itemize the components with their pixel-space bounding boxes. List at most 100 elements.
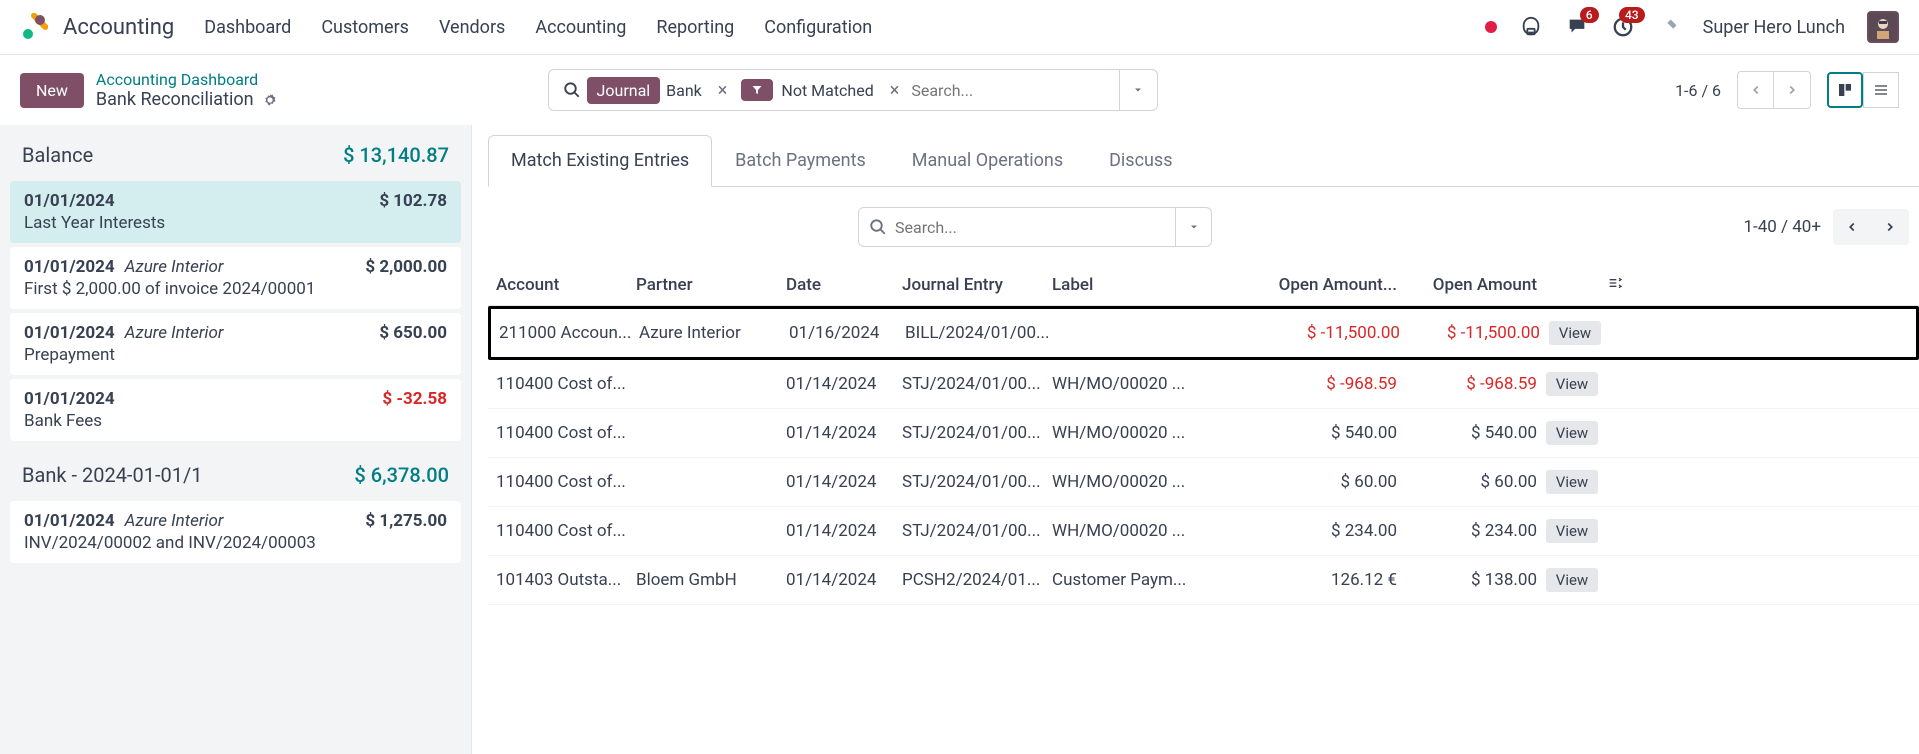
statement-partner: Azure Interior	[125, 257, 224, 277]
search-tag-notmatched-close[interactable]: ×	[884, 80, 906, 101]
view-button[interactable]: View	[1546, 421, 1598, 445]
tab[interactable]: Match Existing Entries	[488, 135, 712, 187]
statement-date: 01/01/2024	[24, 511, 115, 531]
statement-card[interactable]: 01/01/2024$ -32.58Bank Fees	[10, 379, 461, 441]
view-button[interactable]: View	[1549, 321, 1601, 345]
search-icon[interactable]	[557, 81, 587, 99]
breadcrumb: Accounting Dashboard Bank Reconciliation	[96, 70, 278, 110]
table-row[interactable]: 110400 Cost of...01/14/2024STJ/2024/01/0…	[488, 409, 1919, 458]
cell: 110400 Cost of...	[488, 423, 636, 443]
cell-open2: $ 60.00	[1397, 472, 1537, 492]
statement-partner: Azure Interior	[125, 511, 224, 531]
cell-open1: $ 234.00	[1197, 521, 1397, 541]
dialer-icon[interactable]	[1519, 15, 1543, 39]
gear-icon[interactable]	[262, 92, 278, 108]
cell: BILL/2024/01/00...	[905, 323, 1055, 343]
user-name[interactable]: Super Hero Lunch	[1703, 17, 1845, 38]
view-button[interactable]: View	[1546, 568, 1598, 592]
table-nav	[1833, 209, 1909, 245]
tools-icon[interactable]	[1657, 15, 1681, 39]
cell: STJ/2024/01/00...	[902, 472, 1052, 492]
cell: STJ/2024/01/00...	[902, 374, 1052, 394]
cell-open1: $ 540.00	[1197, 423, 1397, 443]
topnav-item[interactable]: Vendors	[439, 17, 505, 38]
statement-amount: $ 102.78	[379, 191, 447, 211]
statement-desc: INV/2024/00002 and INV/2024/00003	[24, 533, 447, 553]
col-account[interactable]: Account	[488, 275, 636, 295]
topnav-item[interactable]: Customers	[321, 17, 409, 38]
cell: WH/MO/00020 ...	[1052, 374, 1197, 394]
tabs: Match Existing EntriesBatch PaymentsManu…	[488, 135, 1919, 187]
col-partner[interactable]: Partner	[636, 275, 786, 295]
topnav-item[interactable]: Dashboard	[204, 17, 291, 38]
subbar: New Accounting Dashboard Bank Reconcilia…	[0, 55, 1919, 125]
avatar[interactable]	[1867, 11, 1899, 43]
searchbar: Journal Bank × Not Matched ×	[548, 69, 1158, 111]
cell: 110400 Cost of...	[488, 521, 636, 541]
col-journal[interactable]: Journal Entry	[902, 275, 1052, 295]
tab[interactable]: Manual Operations	[889, 135, 1086, 186]
table-row[interactable]: 101403 Outsta...Bloem GmbH01/14/2024PCSH…	[488, 556, 1919, 605]
col-open-amount-2[interactable]: Open Amount	[1397, 275, 1537, 295]
view-list[interactable]	[1863, 72, 1899, 108]
table-search-dropdown[interactable]	[1176, 207, 1212, 247]
pager-prev[interactable]	[1738, 72, 1774, 108]
cell: 110400 Cost of...	[488, 374, 636, 394]
cell: WH/MO/00020 ...	[1052, 472, 1197, 492]
topnav-item[interactable]: Configuration	[764, 17, 872, 38]
table-row[interactable]: 110400 Cost of... 01/14/2024STJ/2024/01/0…	[488, 360, 1919, 409]
cell: 110400 Cost of...	[488, 472, 636, 492]
table-search-input[interactable]	[895, 218, 1175, 237]
statement-card[interactable]: 01/01/2024Azure Interior$ 650.00Prepayme…	[10, 313, 461, 375]
breadcrumb-link[interactable]: Accounting Dashboard	[96, 70, 278, 89]
statement-date: 01/01/2024	[24, 257, 115, 277]
section-label: Bank - 2024-01-01/1	[22, 463, 202, 487]
cell: 01/14/2024	[786, 472, 902, 492]
statement-date: 01/01/2024	[24, 323, 115, 343]
app-logo[interactable]	[20, 13, 48, 41]
cell: Azure Interior	[639, 323, 789, 343]
statement-card[interactable]: 01/01/2024$ 102.78Last Year Interests	[10, 181, 461, 243]
table-row[interactable]: 110400 Cost of...01/14/2024STJ/2024/01/0…	[488, 507, 1919, 556]
view-button[interactable]: View	[1546, 372, 1598, 396]
search-input[interactable]	[905, 81, 1118, 100]
statement-desc: Prepayment	[24, 345, 447, 365]
col-settings-icon[interactable]	[1607, 275, 1637, 295]
table-next[interactable]	[1871, 209, 1909, 245]
view-button[interactable]: View	[1546, 519, 1598, 543]
balance-label: Balance	[22, 143, 93, 167]
messages-icon[interactable]: 6	[1565, 15, 1589, 39]
statement-card[interactable]: 01/01/2024Azure Interior$ 1,275.00INV/20…	[10, 501, 461, 563]
table-prev[interactable]	[1833, 209, 1871, 245]
cell-open2: $ 138.00	[1397, 570, 1537, 590]
table-row[interactable]: 110400 Cost of... 01/14/2024STJ/2024/01/0…	[488, 458, 1919, 507]
col-date[interactable]: Date	[786, 275, 902, 295]
tab[interactable]: Discuss	[1086, 135, 1195, 186]
view-kanban[interactable]	[1827, 72, 1863, 108]
search-tag-journal-close[interactable]: ×	[712, 80, 734, 101]
table-header: Account Partner Date Journal Entry Label…	[488, 265, 1919, 306]
table-row[interactable]: 211000 Accoun...Azure Interior01/16/2024…	[488, 306, 1919, 360]
topnav-item[interactable]: Accounting	[535, 17, 626, 38]
table-pager-text: 1-40 / 40+	[1743, 217, 1821, 237]
topbar-right: 6 43 Super Hero Lunch	[1485, 11, 1899, 43]
cell-open2: $ -11,500.00	[1400, 323, 1540, 343]
pager-next[interactable]	[1774, 72, 1810, 108]
topnav-item[interactable]: Reporting	[656, 17, 734, 38]
col-label[interactable]: Label	[1052, 275, 1197, 295]
cell: 01/16/2024	[789, 323, 905, 343]
cell: 01/14/2024	[786, 374, 902, 394]
cell: WH/MO/00020 ...	[1052, 423, 1197, 443]
statement-amount: $ 2,000.00	[365, 257, 447, 277]
cell-open1: 126.12 €	[1197, 570, 1397, 590]
tab[interactable]: Batch Payments	[712, 135, 889, 186]
col-open-amount-1[interactable]: Open Amount...	[1197, 275, 1397, 295]
search-dropdown[interactable]	[1119, 70, 1157, 110]
new-button[interactable]: New	[20, 73, 84, 108]
statement-card[interactable]: 01/01/2024Azure Interior$ 2,000.00First …	[10, 247, 461, 309]
balance-amount: $ 13,140.87	[343, 143, 449, 167]
view-button[interactable]: View	[1546, 470, 1598, 494]
table-search	[858, 207, 1176, 247]
cell: 01/14/2024	[786, 570, 902, 590]
activities-icon[interactable]: 43	[1611, 15, 1635, 39]
